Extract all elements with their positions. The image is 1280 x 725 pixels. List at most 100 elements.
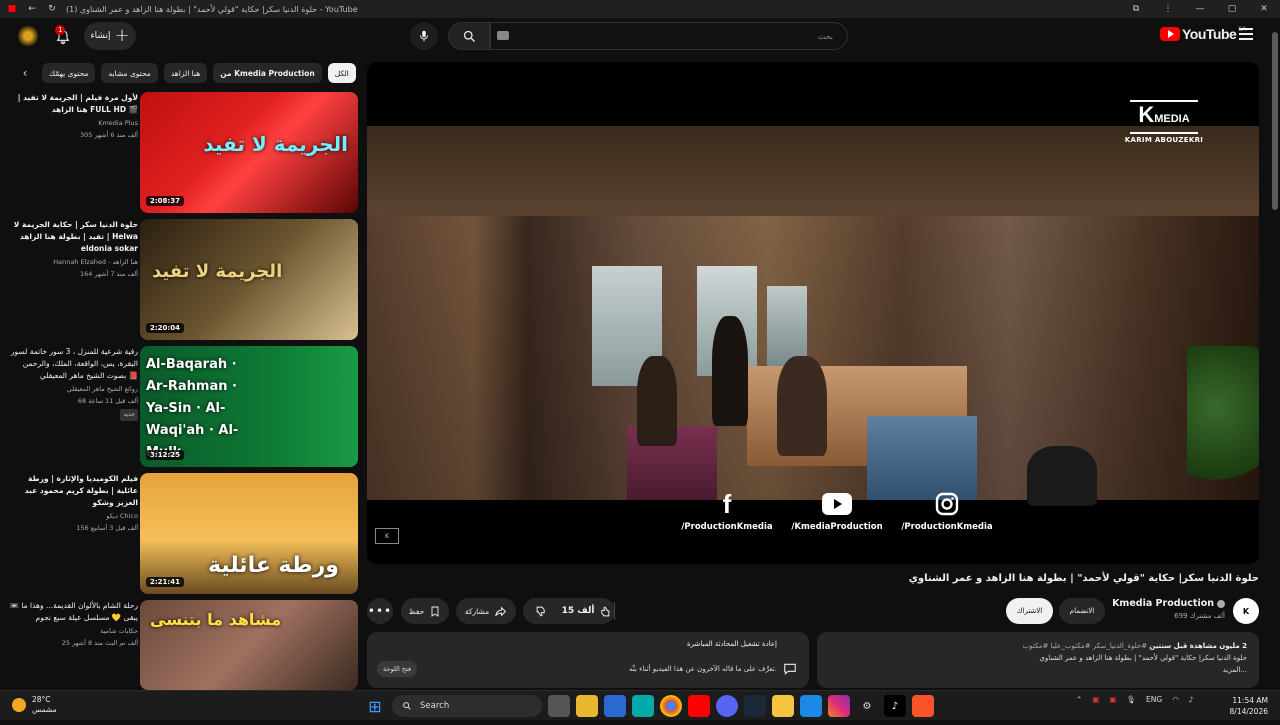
search-input[interactable] — [490, 22, 848, 50]
weather-condition: مشمس — [32, 705, 57, 714]
video-title[interactable]: حلوة الدنيا سكر | حكاية الجريمة لا تفيد … — [8, 219, 138, 255]
open-chat-button[interactable]: فتح اللوحة — [377, 661, 418, 677]
like-count: 15 ألف — [561, 606, 595, 616]
close-button[interactable]: ✕ — [1248, 0, 1280, 18]
chip-4[interactable]: محتوى يهمّك — [42, 63, 96, 83]
duration-badge: 2:08:37 — [146, 196, 184, 206]
save-button[interactable]: حفظ — [401, 598, 449, 624]
minimize-button[interactable]: — — [1184, 0, 1216, 18]
thumb-caption: ورطة عائلية — [208, 553, 339, 578]
maximize-button[interactable]: ▢ — [1216, 0, 1248, 18]
dislike-button[interactable] — [523, 605, 559, 618]
microphone-tray-icon[interactable]: 🎙 — [1126, 695, 1136, 704]
settings-icon[interactable]: ⚙ — [856, 695, 878, 717]
video-thumbnail[interactable]: ورطة عائلية — [140, 473, 358, 594]
chat-replay-panel: إعادة تشغيل المحادثة المباشرة تعرَّف على… — [367, 632, 809, 688]
youtube-header: 1 إنشاء + YouTube SA — [0, 18, 1280, 56]
list-item[interactable]: الجريمة لا تفيد 2:08:37 لأول مرة فيلم | … — [6, 90, 358, 217]
bookmark-icon — [431, 606, 439, 617]
language-indicator[interactable]: ENG — [1146, 695, 1162, 704]
channel-name[interactable]: ديكو Chico — [8, 510, 138, 522]
channel-name[interactable]: Kmedia Plus — [8, 117, 138, 129]
list-item[interactable]: ورطة عائلية 2:21:41 فيلم الكوميديا والإث… — [6, 471, 358, 598]
instagram-app-icon[interactable] — [828, 695, 850, 717]
youtube-play-icon — [1160, 27, 1180, 41]
video-thumbnail[interactable]: Al-Baqarah · Ar-Rahman · Ya-Sin · Al-Waq… — [140, 346, 358, 467]
clock-time: 11:54 AM — [1232, 696, 1268, 705]
channel-name-text: Kmedia Production — [1112, 598, 1214, 609]
join-button[interactable]: الانضمام — [1059, 598, 1105, 624]
video-thumbnail[interactable]: الجريمة لا تفيد — [140, 92, 358, 213]
keyboard-icon[interactable] — [497, 31, 509, 40]
chip-3[interactable]: محتوى مشابه — [101, 63, 158, 83]
chrome-icon[interactable] — [660, 695, 682, 717]
account-avatar[interactable] — [18, 26, 38, 46]
video-title[interactable]: 📼 رحلة الشام بالألوان القديمة... وهذا ما… — [8, 600, 138, 624]
show-more-link[interactable]: ...المزيد — [829, 664, 1247, 676]
windows-taskbar: 28°C مشمس ⊞ Search ⚙ ♪ ⌃ ▣ ▣ 🎙 ENG ◠ ♪ 1… — [0, 690, 1280, 720]
voice-search-button[interactable] — [410, 22, 438, 50]
description-panel[interactable]: 2 مليون مشاهدة قبل سنتين #حلوة_الدنيا_سك… — [817, 632, 1259, 688]
windows-start-icon[interactable]: ⊞ — [364, 695, 386, 717]
youtube-app-icon[interactable] — [688, 695, 710, 717]
share-button[interactable]: مشاركة — [456, 598, 516, 624]
subscribe-button[interactable]: الاشتراك — [1006, 598, 1053, 624]
chip-2[interactable]: هنا الزاهد — [163, 63, 208, 83]
file-explorer-icon[interactable] — [576, 695, 598, 717]
social-instagram: /ProductionKmedia — [897, 492, 997, 540]
video-title[interactable]: لأول مرة فيلم | الجريمة لا تفيد | هنا ال… — [8, 92, 138, 116]
youtube-logo[interactable]: YouTube SA — [1160, 26, 1246, 42]
chevron-up-icon[interactable]: ⌃ — [1076, 695, 1082, 704]
brave-icon[interactable] — [912, 695, 934, 717]
thumb-caption: Al-Baqarah · Ar-Rahman · Ya-Sin · Al-Waq… — [146, 357, 239, 460]
create-button[interactable]: إنشاء + — [84, 22, 136, 50]
chip-1[interactable]: من Kmedia Production — [213, 63, 322, 83]
taskbar-search[interactable]: Search — [392, 695, 542, 717]
scrollbar-thumb[interactable] — [1272, 32, 1278, 210]
wifi-icon[interactable]: ◠ — [1172, 695, 1179, 704]
video-thumbnail[interactable]: مشاهد ما بتنسى — [140, 600, 358, 690]
list-item[interactable]: الجريمة لا تفيد 2:20:04 حلوة الدنيا سكر … — [6, 217, 358, 344]
channel-name[interactable]: حكايات شامية — [8, 625, 138, 637]
tray-app2-icon[interactable]: ▣ — [1109, 695, 1116, 704]
video-title[interactable]: فيلم الكوميديا والإثارة | ورطة عائلية | … — [8, 473, 138, 509]
task-view-icon[interactable] — [548, 695, 570, 717]
more-actions-button[interactable]: ••• — [367, 598, 393, 624]
extensions-icon[interactable]: ⧉ — [1120, 0, 1152, 18]
description-text: حلوة الدنيا سكر| حكاية "قولي لأحمد" | بط… — [1039, 654, 1247, 662]
thumb-caption: الجريمة لا تفيد — [203, 132, 348, 156]
hamburger-menu-icon[interactable] — [1239, 28, 1253, 40]
tray-app-icon[interactable]: ▣ — [1092, 695, 1099, 704]
more-menu-icon[interactable]: ⋮ — [1152, 0, 1184, 18]
steam-icon[interactable] — [744, 695, 766, 717]
volume-icon[interactable]: ♪ — [1189, 695, 1194, 704]
video-thumbnail[interactable]: الجريمة لا تفيد — [140, 219, 358, 340]
video-player[interactable]: KMEDIA KARIM ABOUZEKRI f /ProductionKmed… — [367, 62, 1259, 564]
chip-0[interactable]: الكل — [327, 63, 356, 83]
channel-name[interactable]: Hannah Elzahed - هنا الزاهد — [8, 256, 138, 268]
store-icon[interactable] — [604, 695, 626, 717]
chevron-left-icon[interactable]: ‹ — [14, 62, 36, 84]
kmedia-corner-logo: K — [375, 528, 399, 544]
channel-name-main[interactable]: Kmedia Production — [1112, 598, 1225, 609]
hashtags[interactable]: #حلوة_الدنيا_سكر #مكتوب_عليا #مكتوب — [1023, 642, 1148, 650]
search-button[interactable] — [448, 22, 490, 50]
app-blue-icon[interactable] — [800, 695, 822, 717]
youtube-tab-icon[interactable]: ■ — [6, 3, 18, 15]
chat-header: إعادة تشغيل المحادثة المباشرة — [686, 640, 777, 648]
channel-avatar[interactable]: K — [1233, 598, 1259, 624]
tiktok-icon[interactable]: ♪ — [884, 695, 906, 717]
page-scrollbar[interactable] — [1270, 18, 1280, 690]
back-arrow-icon[interactable]: ← — [26, 3, 38, 15]
channel-name[interactable]: روائع الشيخ ماهر المعيقلي — [8, 383, 138, 395]
verified-icon — [1217, 599, 1225, 608]
list-item[interactable]: Al-Baqarah · Ar-Rahman · Ya-Sin · Al-Waq… — [6, 344, 358, 471]
discord-icon[interactable] — [716, 695, 738, 717]
system-clock[interactable]: 11:54 AM 8/14/2026 — [1226, 695, 1268, 717]
folder-icon[interactable] — [772, 695, 794, 717]
app-icon[interactable] — [632, 695, 654, 717]
reload-icon[interactable]: ↻ — [46, 3, 58, 15]
like-button[interactable]: 15 ألف — [559, 602, 615, 620]
video-title[interactable]: رقية شرعية للمنزل ، 3 سور خاتمة لسور الب… — [8, 346, 138, 382]
weather-widget[interactable]: 28°C مشمس — [12, 695, 57, 715]
